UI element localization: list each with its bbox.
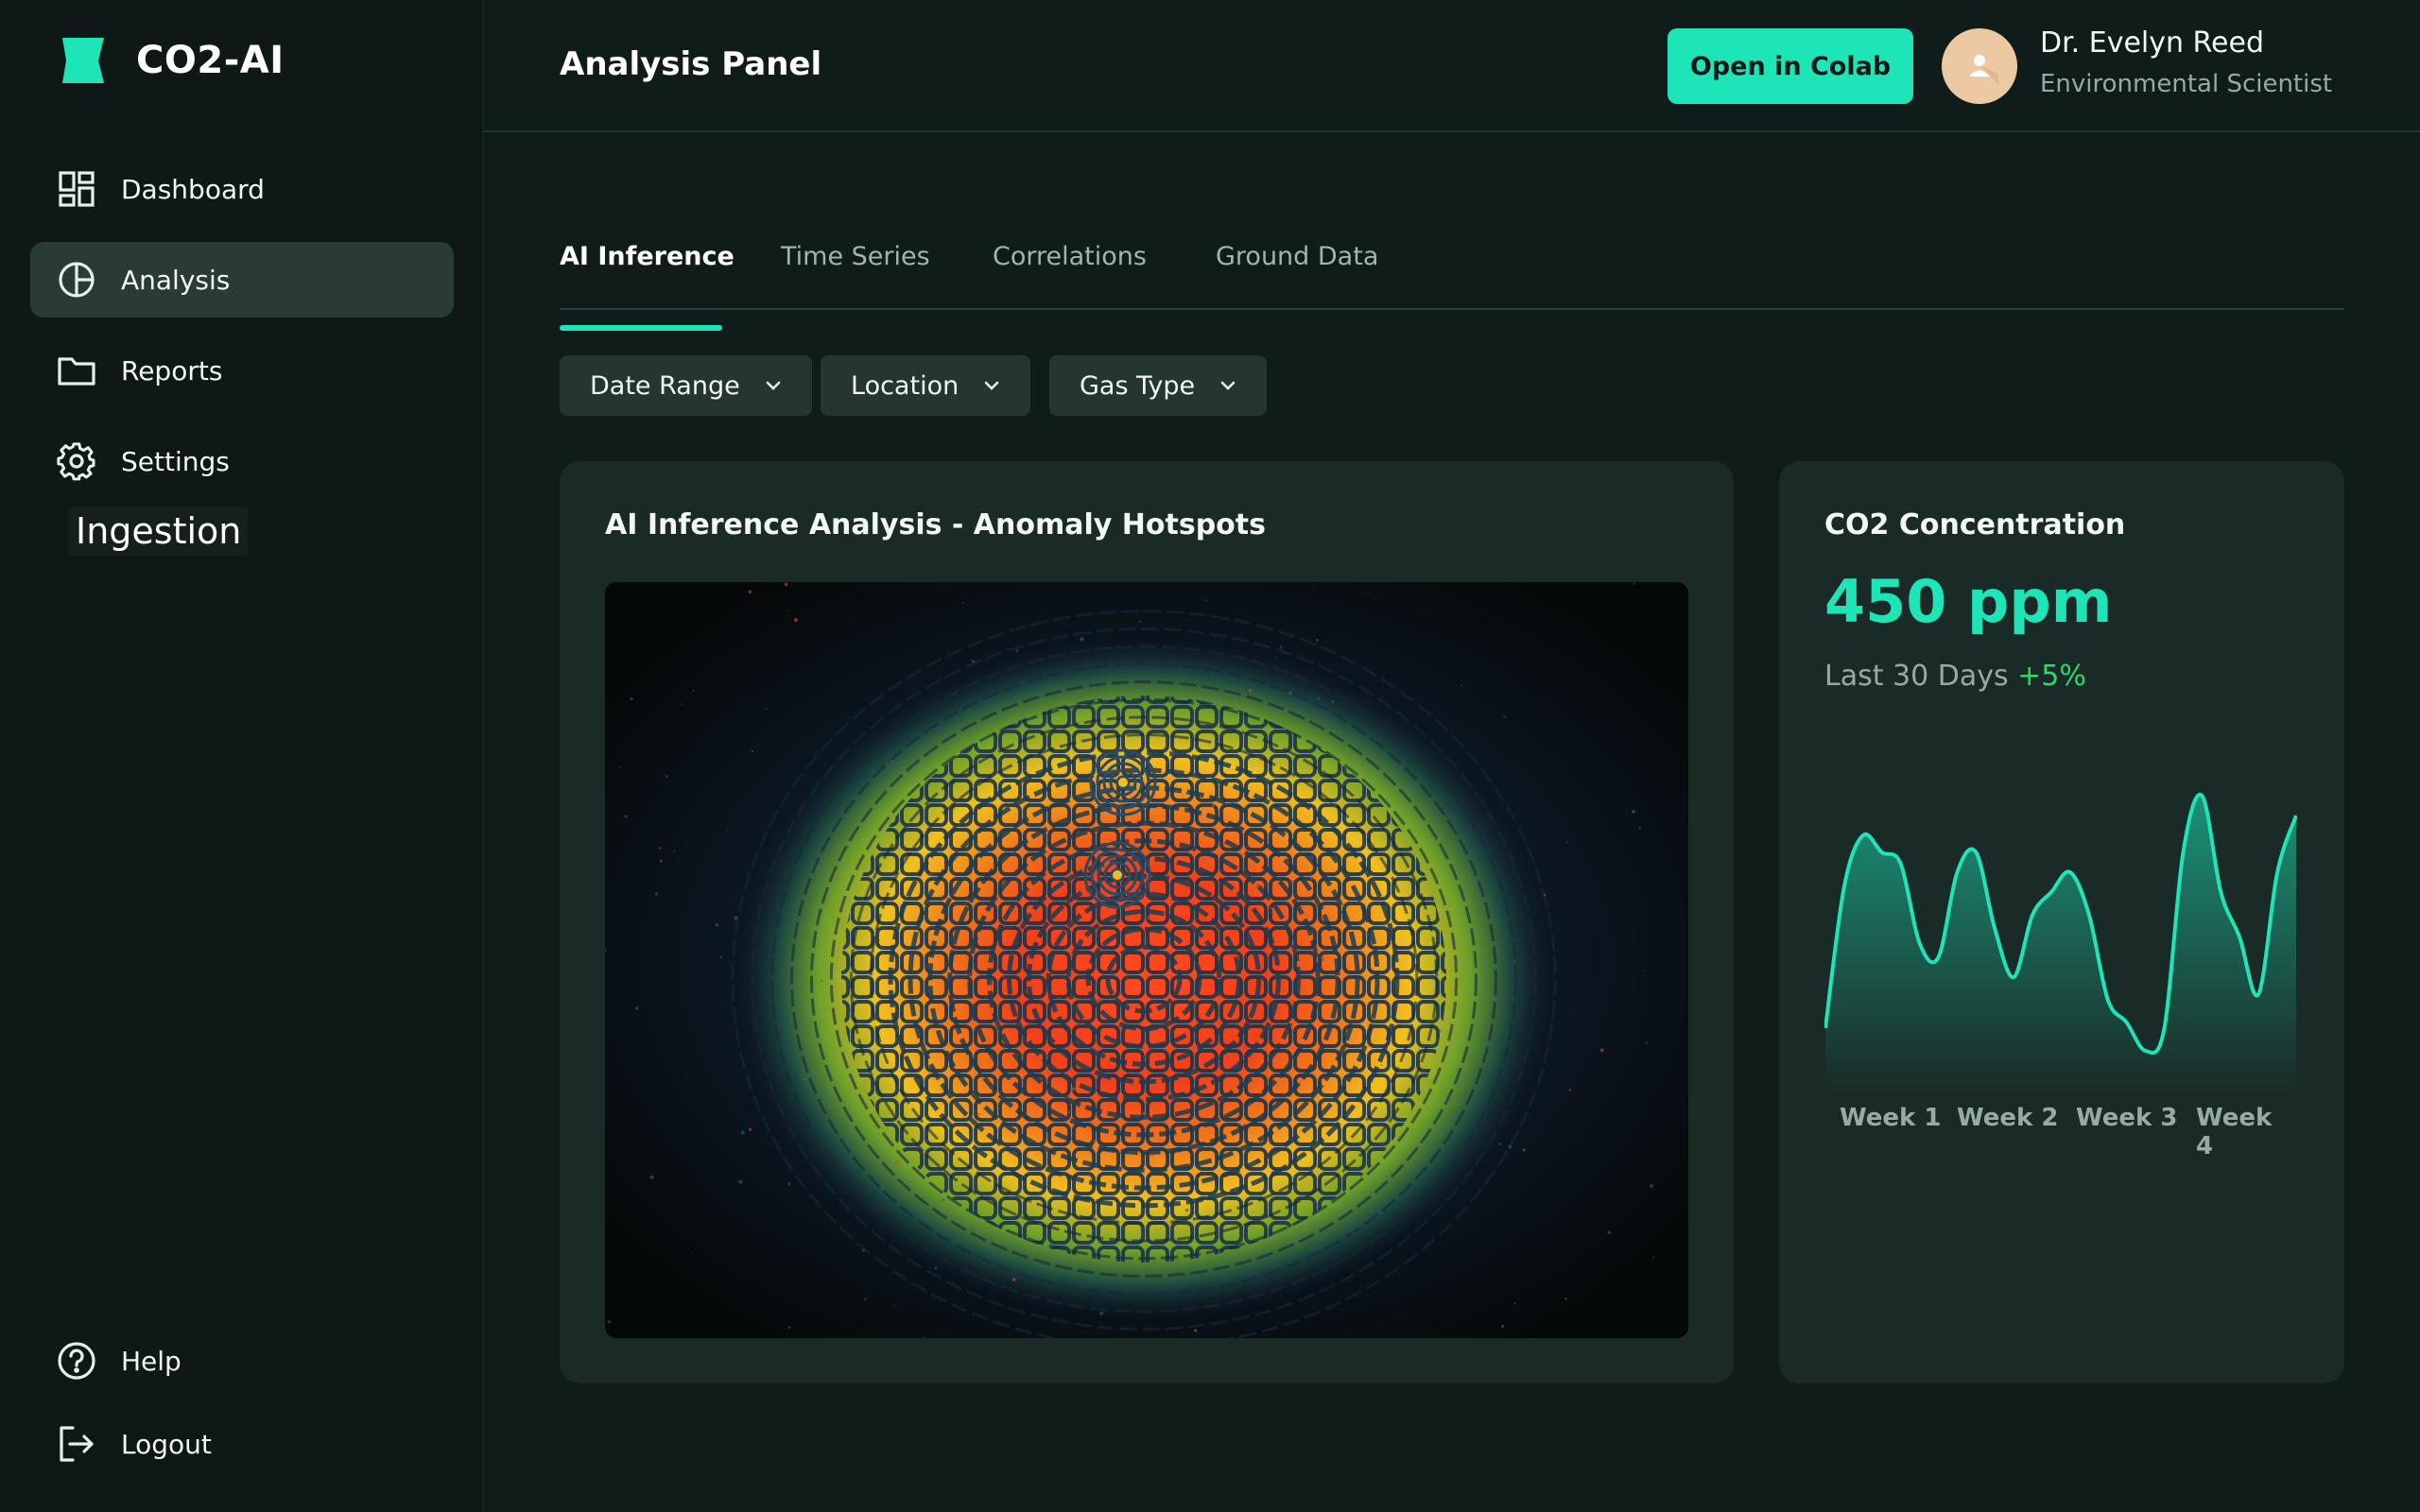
co2-value: 450 ppm xyxy=(1824,567,2113,636)
card-title: CO2 Concentration xyxy=(1824,508,2126,541)
sidebar-bottom-nav: Help Logout xyxy=(30,1327,454,1493)
help-icon xyxy=(55,1339,98,1383)
dashboard-icon xyxy=(55,167,98,211)
sidebar: CO2-AI Dashboard Analysis Reports Settin… xyxy=(0,0,484,1512)
page-title: Analysis Panel xyxy=(560,45,822,83)
tab-correlations[interactable]: Correlations xyxy=(993,242,1147,310)
gas-type-dropdown[interactable]: Gas Type xyxy=(1049,355,1268,416)
delta-badge: +5% xyxy=(2017,660,2086,693)
chevron-down-icon xyxy=(766,381,781,390)
tab-time-series[interactable]: Time Series xyxy=(781,242,930,310)
active-tab-indicator xyxy=(560,325,722,331)
sidebar-item-label: Help xyxy=(121,1345,182,1377)
brand[interactable]: CO2-AI xyxy=(57,34,285,87)
user-role: Environmental Scientist xyxy=(2040,70,2333,98)
chevron-down-icon xyxy=(1220,381,1236,390)
sidebar-item-analysis[interactable]: Analysis xyxy=(30,242,454,318)
brand-name: CO2-AI xyxy=(136,39,285,82)
sidebar-item-reports[interactable]: Reports xyxy=(30,333,454,408)
location-dropdown[interactable]: Location xyxy=(821,355,1031,416)
anomaly-heatmap-image[interactable] xyxy=(605,582,1688,1338)
filter-label: Gas Type xyxy=(1080,370,1196,401)
top-header: Analysis Panel Open in Colab Dr. Evelyn … xyxy=(484,0,2420,132)
avatar[interactable] xyxy=(1942,28,2017,104)
x-tick-label: Week 4 xyxy=(2196,1104,2273,1160)
anomaly-hotspots-card: AI Inference Analysis - Anomaly Hotspots xyxy=(560,461,1734,1383)
x-tick-label: Week 2 xyxy=(1957,1104,2059,1132)
pie-chart-icon xyxy=(55,258,98,301)
user-icon xyxy=(1969,55,1998,85)
sidebar-item-help[interactable]: Help xyxy=(30,1327,454,1395)
app-root: CO2-AI Dashboard Analysis Reports Settin… xyxy=(0,0,2420,1512)
user-name: Dr. Evelyn Reed xyxy=(2040,26,2265,60)
card-title: AI Inference Analysis - Anomaly Hotspots xyxy=(605,508,1266,541)
heatmap-graphic xyxy=(605,582,1688,1338)
period-label: Last 30 Days xyxy=(1824,660,2009,693)
gear-icon xyxy=(55,439,98,483)
metric-period: Last 30 Days +5% xyxy=(1824,660,2086,693)
x-tick-label: Week 3 xyxy=(2076,1104,2178,1132)
co2-sparkline-chart[interactable] xyxy=(1824,745,2297,1142)
sidebar-item-label: Dashboard xyxy=(121,173,265,205)
series-area xyxy=(1825,794,2296,1094)
sidebar-item-settings[interactable]: Settings xyxy=(30,423,454,499)
filter-label: Date Range xyxy=(590,370,740,401)
sidebar-item-label: Analysis xyxy=(121,264,231,296)
x-axis-labels: Week 1 Week 2 Week 3 Week 4 xyxy=(1824,1104,2297,1160)
filter-label: Location xyxy=(851,370,959,401)
tab-ground-data[interactable]: Ground Data xyxy=(1216,242,1378,310)
date-range-dropdown[interactable]: Date Range xyxy=(560,355,812,416)
co2-concentration-card: CO2 Concentration 450 ppm Last 30 Days +… xyxy=(1779,461,2344,1383)
sidebar-item-label: Reports xyxy=(121,354,223,387)
sidebar-item-dashboard[interactable]: Dashboard xyxy=(30,151,454,227)
tab-label: Correlations xyxy=(993,242,1147,271)
sidebar-item-label: Logout xyxy=(121,1428,212,1460)
tab-label: AI Inference xyxy=(560,242,735,271)
sidebar-item-logout[interactable]: Logout xyxy=(30,1410,454,1478)
brand-logo-icon xyxy=(62,38,104,83)
folder-icon xyxy=(55,349,98,392)
tab-label: Ground Data xyxy=(1216,242,1379,271)
tab-label: Time Series xyxy=(781,242,930,271)
chevron-down-icon xyxy=(984,381,999,390)
open-in-colab-button[interactable]: Open in Colab xyxy=(1668,28,1913,104)
x-tick-label: Week 1 xyxy=(1840,1104,1942,1132)
ingestion-label[interactable]: Ingestion xyxy=(68,507,250,556)
analysis-tabs: AI Inference Time Series Correlations Gr… xyxy=(560,215,2344,331)
sidebar-nav: Dashboard Analysis Reports Settings xyxy=(30,151,454,514)
tab-ai-inference[interactable]: AI Inference xyxy=(560,242,735,331)
sidebar-item-label: Settings xyxy=(121,445,230,477)
logout-icon xyxy=(55,1422,98,1466)
